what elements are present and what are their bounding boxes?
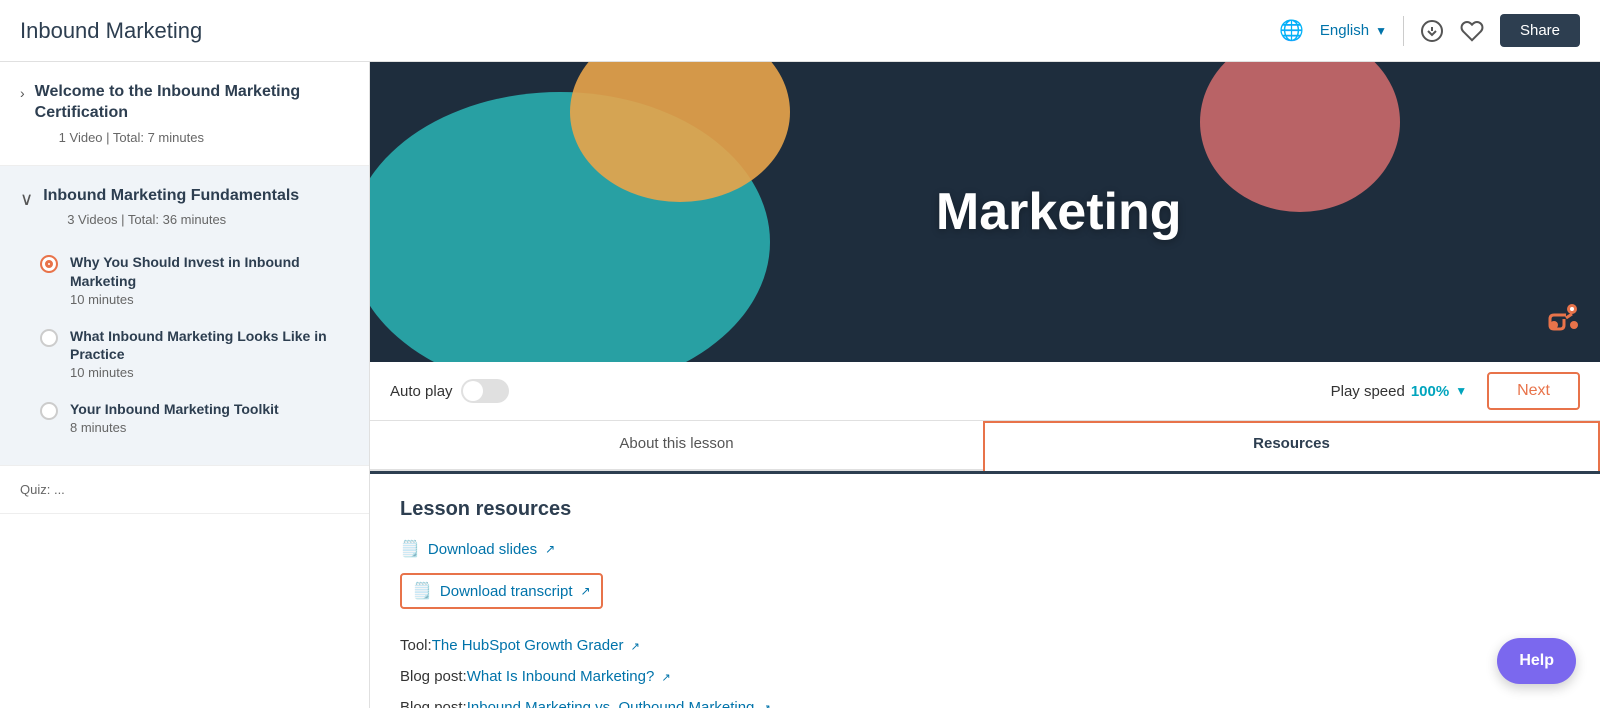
lesson-dot-empty (40, 402, 58, 420)
lesson-name: Why You Should Invest in Inbound Marketi… (70, 253, 349, 289)
download-transcript-link[interactable]: 🗒️ Download transcript ↗ (400, 573, 603, 609)
sidebar: › Welcome to the Inbound Marketing Certi… (0, 62, 370, 708)
autoplay-label: Auto play (390, 383, 453, 400)
header-divider (1403, 16, 1404, 46)
sidebar-section-more: Quiz: ... (0, 466, 369, 514)
resource-download-slides: 🗒️ Download slides ↗ (400, 539, 1570, 559)
resource-tool: Tool: The HubSpot Growth Grader ↗ (400, 637, 1570, 654)
tabs-bar: About this lesson Resources (370, 421, 1600, 471)
external-link-icon: ↗ (631, 641, 640, 653)
tab-resources[interactable]: Resources (983, 421, 1600, 471)
resources-title: Lesson resources (400, 498, 1570, 521)
blogpost-1-link[interactable]: What Is Inbound Marketing? ↗ (467, 668, 671, 685)
download-icon-button[interactable] (1420, 19, 1444, 43)
help-button[interactable]: Help (1497, 638, 1576, 684)
lesson-time: 8 minutes (70, 420, 279, 435)
blob-coral (1200, 62, 1400, 212)
chevron-down-icon: ∨ (20, 189, 33, 210)
external-link-icon: ↗ (762, 703, 771, 708)
external-link-icon: ↗ (662, 672, 671, 684)
page-title: Inbound Marketing (20, 18, 202, 44)
chevron-down-icon: ▼ (1375, 24, 1387, 38)
slides-icon: 🗒️ (400, 539, 420, 559)
resource-download-transcript: 🗒️ Download transcript ↗ (400, 573, 603, 623)
sidebar-section-welcome-header[interactable]: › Welcome to the Inbound Marketing Certi… (20, 82, 349, 145)
sidebar-section-fundamentals-header[interactable]: ∨ Inbound Marketing Fundamentals 3 Video… (20, 186, 349, 228)
autoplay-area: Auto play (390, 379, 509, 403)
list-item[interactable]: Your Inbound Marketing Toolkit 8 minutes (40, 390, 349, 445)
chevron-right-icon: › (20, 85, 25, 101)
list-item[interactable]: What Inbound Marketing Looks Like in Pra… (40, 317, 349, 390)
download-slides-link[interactable]: 🗒️ Download slides ↗ (400, 539, 1570, 559)
playspeed-chevron-icon: ▼ (1455, 384, 1467, 398)
list-item[interactable]: Why You Should Invest in Inbound Marketi… (40, 243, 349, 316)
tab-about[interactable]: About this lesson (370, 421, 983, 469)
content-area: Marketing Auto play (370, 62, 1600, 708)
sidebar-section-welcome: › Welcome to the Inbound Marketing Certi… (0, 62, 369, 166)
tool-link[interactable]: The HubSpot Growth Grader ↗ (432, 637, 640, 654)
hubspot-logo-icon (1544, 297, 1584, 346)
external-link-icon: ↗ (545, 542, 555, 556)
lesson-name: What Inbound Marketing Looks Like in Pra… (70, 327, 349, 363)
share-button[interactable]: Share (1500, 14, 1580, 47)
lesson-time: 10 minutes (70, 292, 349, 307)
lesson-dot-active (40, 255, 58, 273)
next-button[interactable]: Next (1487, 372, 1580, 410)
video-title: Marketing (936, 182, 1182, 242)
lesson-name: Your Inbound Marketing Toolkit (70, 400, 279, 418)
sidebar-section-fundamentals: ∨ Inbound Marketing Fundamentals 3 Video… (0, 166, 369, 467)
heart-icon-button[interactable] (1460, 19, 1484, 43)
transcript-icon: 🗒️ (412, 581, 432, 601)
playspeed-value[interactable]: 100% (1411, 383, 1449, 400)
controls-bar: Auto play Play speed 100% ▼ Next (370, 362, 1600, 421)
section-fundamentals-title: Inbound Marketing Fundamentals (43, 186, 299, 207)
section-welcome-meta: 1 Video | Total: 7 minutes (35, 130, 349, 145)
section-fundamentals-meta: 3 Videos | Total: 36 minutes (43, 212, 299, 227)
resource-blogpost-1: Blog post: What Is Inbound Marketing? ↗ (400, 668, 1570, 685)
lesson-list: Why You Should Invest in Inbound Marketi… (20, 243, 349, 445)
resources-panel: Lesson resources 🗒️ Download slides ↗ 🗒️… (370, 474, 1600, 708)
resource-blogpost-2: Blog post: Inbound Marketing vs. Outboun… (400, 699, 1570, 708)
playspeed-label: Play speed (1331, 383, 1405, 400)
section-welcome-title: Welcome to the Inbound Marketing Certifi… (35, 82, 349, 124)
globe-icon: 🌐 (1279, 18, 1304, 43)
lesson-dot-empty (40, 329, 58, 347)
external-link-icon: ↗ (580, 584, 590, 598)
language-button[interactable]: English ▼ (1320, 22, 1387, 39)
language-label: English (1320, 22, 1369, 39)
video-background: Marketing (370, 62, 1600, 362)
header: Inbound Marketing 🌐 English ▼ Share (0, 0, 1600, 62)
autoplay-toggle[interactable] (461, 379, 509, 403)
main-layout: › Welcome to the Inbound Marketing Certi… (0, 62, 1600, 708)
lesson-time: 10 minutes (70, 365, 349, 380)
video-container: Marketing (370, 62, 1600, 362)
blogpost-2-link[interactable]: Inbound Marketing vs. Outbound Marketing… (467, 699, 771, 708)
sidebar-more-label: Quiz: ... (20, 482, 349, 497)
header-actions: 🌐 English ▼ Share (1279, 14, 1580, 47)
playspeed-area: Play speed 100% ▼ (1331, 383, 1467, 400)
